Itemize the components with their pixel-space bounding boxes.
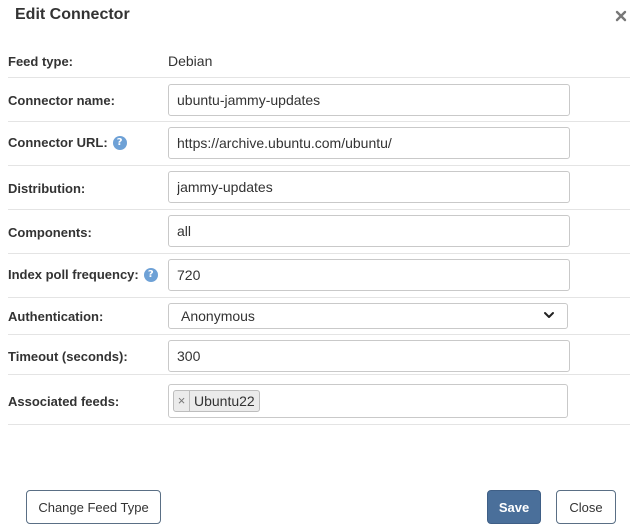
question-circle-icon[interactable]: ? xyxy=(112,135,127,150)
index-poll-frequency-input[interactable] xyxy=(168,259,570,291)
connector-name-label: Connector name: xyxy=(8,93,115,108)
distribution-label: Distribution: xyxy=(8,181,86,196)
feed-tag: × Ubuntu22 xyxy=(173,390,260,412)
authentication-label: Authentication: xyxy=(8,309,104,324)
components-input[interactable] xyxy=(168,215,570,247)
timeout-input[interactable] xyxy=(168,340,570,372)
associated-feeds-select[interactable]: × Ubuntu22 xyxy=(168,384,568,418)
feed-type-label: Feed type: xyxy=(8,54,74,69)
row-feed-type: Feed type: Debian xyxy=(8,44,630,78)
distribution-input[interactable] xyxy=(168,171,570,203)
authentication-selected-value: Anonymous xyxy=(181,308,255,324)
row-timeout: Timeout (seconds): xyxy=(8,335,630,375)
connector-url-label-wrap: Connector URL: ? xyxy=(8,135,127,150)
row-connector-name: Connector name: xyxy=(8,78,630,122)
connector-url-label: Connector URL: xyxy=(8,135,108,150)
close-button[interactable]: Close xyxy=(556,490,616,524)
components-label: Components: xyxy=(8,225,92,240)
row-index-poll-frequency: Index poll frequency: ? xyxy=(8,254,630,298)
timeout-label: Timeout (seconds): xyxy=(8,349,128,364)
remove-tag-icon[interactable]: × xyxy=(174,391,190,411)
close-icon[interactable] xyxy=(614,9,628,23)
index-poll-frequency-label-wrap: Index poll frequency: ? xyxy=(8,267,158,282)
row-authentication: Authentication: Anonymous xyxy=(8,298,630,335)
row-components: Components: xyxy=(8,210,630,254)
row-connector-url: Connector URL: ? xyxy=(8,122,630,166)
associated-feeds-label: Associated feeds: xyxy=(8,394,120,409)
dialog-title: Edit Connector xyxy=(15,6,130,23)
connector-name-input[interactable] xyxy=(168,84,570,116)
chevron-down-icon xyxy=(543,308,555,324)
edit-connector-dialog: Edit Connector Feed type: Debian Connect… xyxy=(0,0,634,530)
save-button[interactable]: Save xyxy=(487,490,541,524)
row-distribution: Distribution: xyxy=(8,166,630,210)
change-feed-type-button[interactable]: Change Feed Type xyxy=(26,490,161,524)
connector-url-input[interactable] xyxy=(168,127,570,159)
feed-type-value: Debian xyxy=(168,53,213,69)
feed-tag-label: Ubuntu22 xyxy=(194,393,255,409)
question-circle-icon[interactable]: ? xyxy=(143,267,158,282)
row-associated-feeds: Associated feeds: × Ubuntu22 xyxy=(8,375,630,425)
authentication-select[interactable]: Anonymous xyxy=(168,303,568,329)
index-poll-frequency-label: Index poll frequency: xyxy=(8,267,139,282)
